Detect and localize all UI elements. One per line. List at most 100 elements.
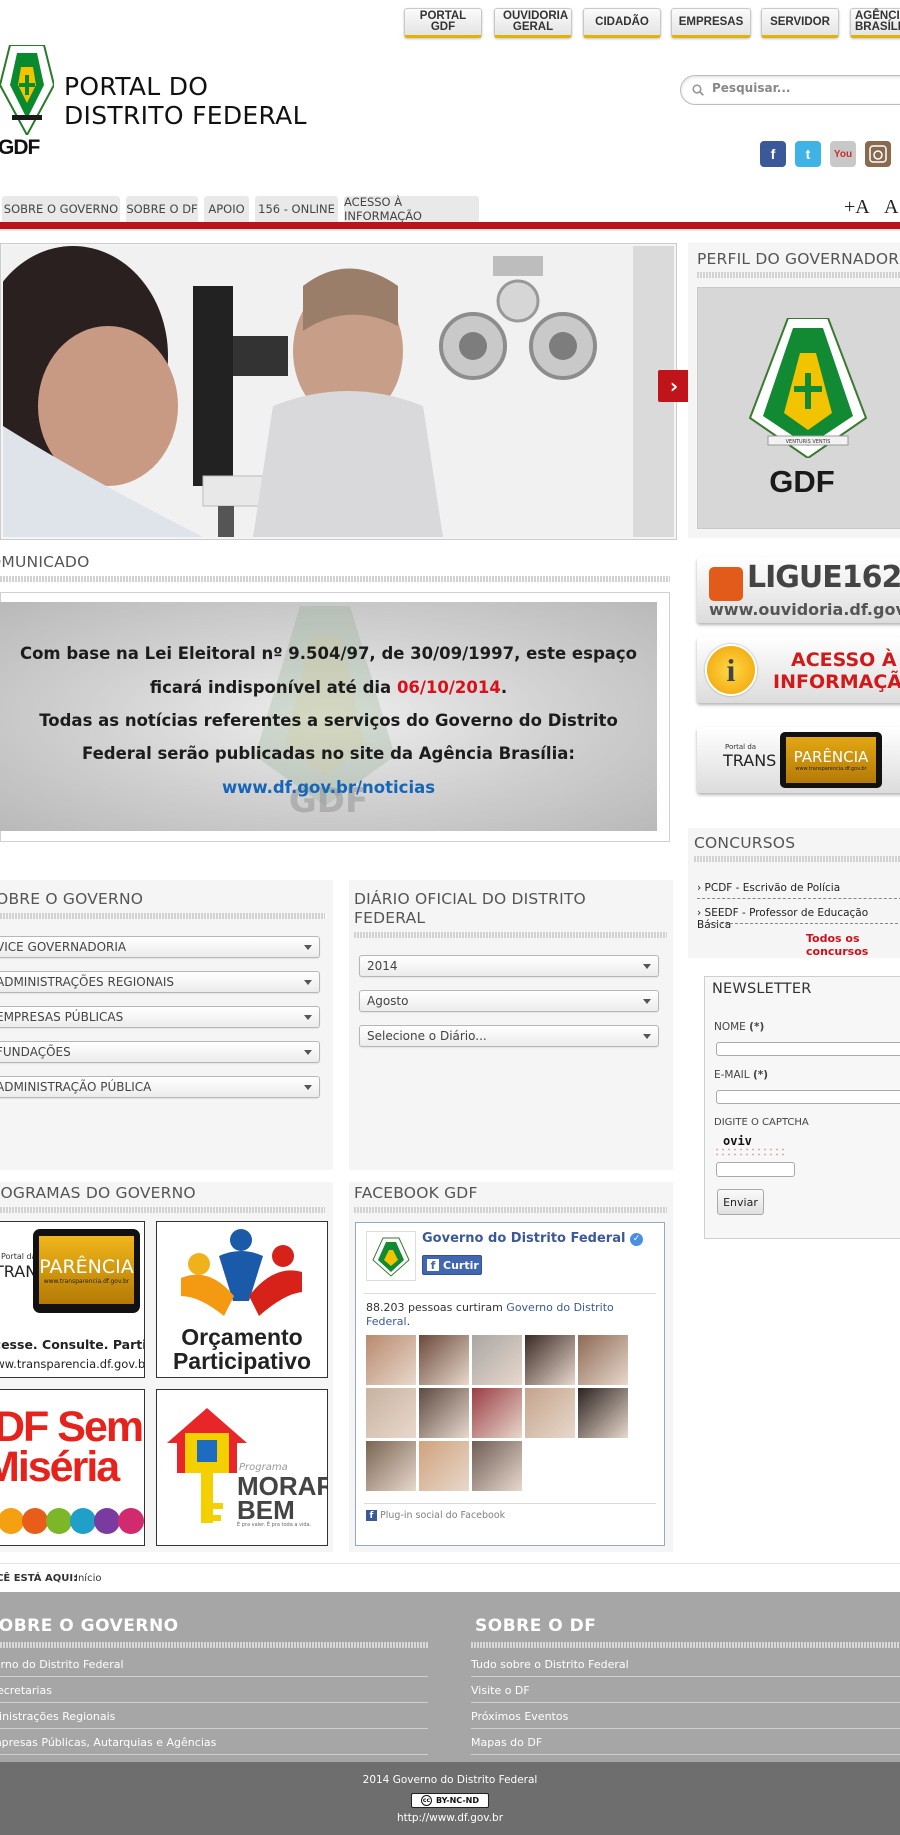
emblem-motto: VENTURIS VENTIS bbox=[786, 439, 831, 445]
footer-link[interactable]: Tudo sobre o Distrito Federal bbox=[471, 1658, 629, 1671]
instagram-icon[interactable] bbox=[865, 141, 891, 167]
facebook-page-avatar[interactable] bbox=[366, 1231, 416, 1281]
nav-agencia-brasilia-button[interactable]: AGÊNCIA BRASÍLIA bbox=[850, 8, 900, 38]
facebook-fan-avatar[interactable] bbox=[525, 1388, 575, 1438]
search-icon[interactable] bbox=[692, 84, 704, 96]
search-box[interactable] bbox=[680, 75, 900, 105]
newsletter-name-input[interactable] bbox=[716, 1042, 900, 1056]
slide-photo[interactable] bbox=[3, 246, 674, 537]
footer-link[interactable]: Administrações Regionais bbox=[0, 1710, 115, 1723]
select-value: VICE GOVERNADORIA bbox=[0, 940, 127, 954]
facebook-fan-avatar[interactable] bbox=[525, 1335, 575, 1385]
nav-empresas-button[interactable]: EMPRESAS bbox=[671, 8, 751, 38]
acesso-informacao-banner[interactable]: i ACESSO À INFORMAÇÃO bbox=[697, 637, 900, 703]
empresas-publicas-select[interactable]: EMPRESAS PÚBLICAS bbox=[0, 1006, 320, 1028]
nav-portal-gdf-button[interactable]: PORTAL GDF bbox=[404, 8, 482, 38]
program-orcamento-card[interactable]: Orçamento Participativo bbox=[156, 1221, 328, 1378]
nav-ouvidoria-button[interactable]: OUVIDORIA GERAL bbox=[494, 8, 572, 38]
footer-link[interactable]: Próximos Eventos bbox=[471, 1710, 568, 1723]
facebook-fan-avatar[interactable] bbox=[419, 1388, 469, 1438]
captcha-input[interactable] bbox=[716, 1162, 795, 1177]
chevron-down-icon bbox=[304, 1085, 312, 1090]
creative-commons-license-badge[interactable]: cc BY-NC-ND bbox=[411, 1793, 489, 1808]
select-value: ADMINISTRAÇÃO PÚBLICA bbox=[0, 1080, 152, 1094]
twitter-icon[interactable]: t bbox=[795, 141, 821, 167]
facebook-page-name[interactable]: Governo do Distrito Federal ✓ bbox=[422, 1231, 643, 1246]
newsletter-send-button[interactable]: Enviar bbox=[717, 1189, 764, 1215]
facebook-fan-avatar[interactable] bbox=[419, 1335, 469, 1385]
nav-agencia-label: AGÊNCIA BRASÍLIA bbox=[855, 10, 900, 33]
all-concursos-link[interactable]: Todos os concursos bbox=[806, 932, 900, 958]
df-sem-miseria-text: DF Sem Miséria bbox=[0, 1406, 144, 1489]
facebook-fan-avatar[interactable] bbox=[366, 1388, 416, 1438]
administracoes-select[interactable]: ADMINISTRAÇÕES REGIONAIS bbox=[0, 971, 320, 993]
prog-transp-right: PARÊNCIA bbox=[39, 1255, 134, 1278]
facebook-fan-avatar[interactable] bbox=[366, 1335, 416, 1385]
sem-miseria-icons bbox=[0, 1508, 144, 1538]
concurso-item-label: PCDF - Escrivão de Polícia bbox=[704, 882, 841, 894]
likes-text: 88.203 pessoas curtiram bbox=[366, 1301, 507, 1314]
footer-separator bbox=[471, 1702, 900, 1703]
nav-servidor-button[interactable]: SERVIDOR bbox=[761, 8, 839, 38]
prog-transp-small: Portal da bbox=[1, 1252, 37, 1261]
facebook-fan-avatar[interactable] bbox=[578, 1388, 628, 1438]
breadcrumb-current[interactable]: Início bbox=[75, 1573, 101, 1584]
site-url[interactable]: http://www.df.gov.br bbox=[0, 1812, 900, 1824]
comunicado-notice[interactable]: GDF Com base na Lei Eleitoral nº 9.504/9… bbox=[0, 602, 657, 831]
facebook-icon[interactable]: f bbox=[760, 141, 786, 167]
facebook-fan-avatar[interactable] bbox=[472, 1441, 522, 1491]
transparencia-banner[interactable]: Portal da TRANS PARÊNCIA www.transparenc… bbox=[697, 727, 900, 793]
search-input[interactable] bbox=[712, 81, 892, 95]
ligue-162-url: www.ouvidoria.df.gov.br bbox=[709, 600, 900, 619]
facebook-fan-avatar[interactable] bbox=[472, 1388, 522, 1438]
fundacoes-select[interactable]: FUNDAÇÕES bbox=[0, 1041, 320, 1063]
concursos-divider bbox=[694, 856, 900, 862]
menu-item-sobre-governo[interactable]: SOBRE O GOVERNO bbox=[2, 196, 120, 222]
diario-issue-select[interactable]: Selecione o Diário... bbox=[359, 1025, 659, 1047]
facebook-like-button[interactable]: f Curtir bbox=[422, 1255, 482, 1275]
select-value: EMPRESAS PÚBLICAS bbox=[0, 1010, 124, 1024]
program-transparencia-card[interactable]: Portal da TRANS PARÊNCIA www.transparenc… bbox=[0, 1221, 145, 1378]
sobre-governo-divider bbox=[0, 913, 325, 919]
facebook-fan-avatar[interactable] bbox=[419, 1441, 469, 1491]
menu-item-acesso-informacao[interactable]: ACESSO À INFORMAÇÃO bbox=[344, 195, 479, 223]
facebook-f-icon: f bbox=[427, 1259, 439, 1272]
concurso-item[interactable]: › SEEDF - Professor de Educação Básica bbox=[697, 907, 900, 931]
slider-next-button[interactable]: › bbox=[658, 370, 690, 402]
concurso-item[interactable]: › PCDF - Escrivão de Polícia bbox=[697, 882, 840, 894]
footer-link[interactable]: Mapas do DF bbox=[471, 1736, 542, 1749]
footer-link[interactable]: Secretarias bbox=[0, 1684, 52, 1697]
footer-link[interactable]: Governo do Distrito Federal bbox=[0, 1658, 124, 1671]
font-increase-button[interactable]: +A bbox=[844, 196, 870, 219]
chevron-down-icon bbox=[304, 980, 312, 985]
gdf-emblem-logo[interactable] bbox=[0, 45, 54, 135]
portal-title[interactable]: PORTAL DO DISTRITO FEDERAL bbox=[64, 72, 307, 130]
administracao-publica-select[interactable]: ADMINISTRAÇÃO PÚBLICA bbox=[0, 1076, 320, 1098]
youtube-icon[interactable]: You bbox=[830, 141, 856, 167]
menu-item-sobre-df[interactable]: SOBRE O DF bbox=[126, 196, 198, 222]
comunicado-news-link[interactable]: www.df.gov.br/noticias bbox=[0, 778, 657, 797]
facebook-plugin-note[interactable]: f Plug-in social do Facebook bbox=[366, 1510, 505, 1521]
footer-link[interactable]: Empresas Públicas, Autarquias e Agências bbox=[0, 1736, 216, 1749]
featured-slider[interactable] bbox=[0, 243, 677, 540]
governor-profile-card[interactable]: VENTURIS VENTIS GDF bbox=[697, 287, 900, 529]
facebook-fan-avatar[interactable] bbox=[472, 1335, 522, 1385]
orcamento-line1: Orçamento bbox=[181, 1324, 303, 1350]
diario-year-select[interactable]: 2014 bbox=[359, 955, 659, 977]
facebook-fan-avatar[interactable] bbox=[366, 1441, 416, 1491]
menu-item-156-online[interactable]: 156 - ONLINE bbox=[255, 196, 338, 222]
breadcrumb-label: VOCÊ ESTÁ AQUI: bbox=[0, 1573, 78, 1584]
program-df-sem-miseria-card[interactable]: DF Sem Miséria bbox=[0, 1389, 145, 1546]
ligue-162-banner[interactable]: LIGUE162 www.ouvidoria.df.gov.br bbox=[697, 557, 900, 623]
diario-month-select[interactable]: Agosto bbox=[359, 990, 659, 1012]
ligue-162-text: LIGUE162 bbox=[747, 560, 900, 595]
font-decrease-button[interactable]: A bbox=[884, 196, 898, 219]
program-morar-bem-card[interactable]: Programa MORAR BEM É pra valer. É pra to… bbox=[156, 1389, 328, 1546]
menu-item-apoio[interactable]: APOIO bbox=[204, 196, 249, 222]
nav-cidadao-button[interactable]: CIDADÃO bbox=[583, 8, 661, 38]
facebook-fan-avatar[interactable] bbox=[578, 1335, 628, 1385]
vice-governadoria-select[interactable]: VICE GOVERNADORIA bbox=[0, 936, 320, 958]
footer-link[interactable]: Visite o DF bbox=[471, 1684, 530, 1697]
newsletter-email-input[interactable] bbox=[716, 1090, 900, 1104]
select-value: ADMINISTRAÇÕES REGIONAIS bbox=[0, 975, 175, 989]
